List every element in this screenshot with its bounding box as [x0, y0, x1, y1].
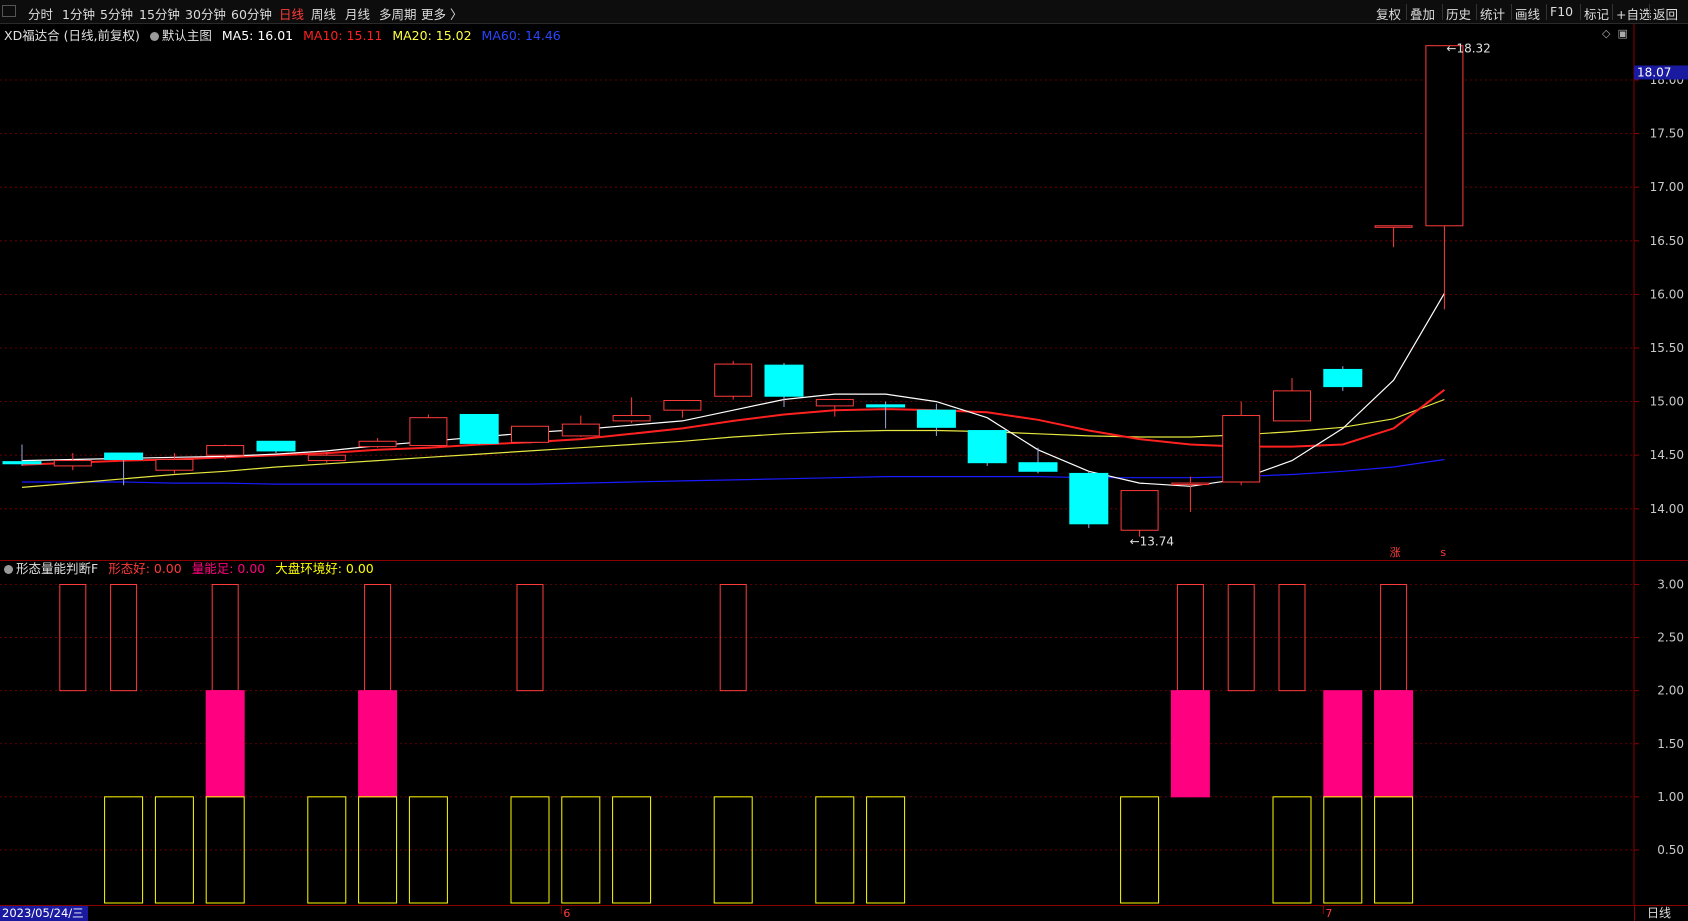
candle-body-up	[1273, 390, 1311, 422]
candle-body-down	[1018, 462, 1058, 472]
indicator-bar-0	[1380, 584, 1408, 692]
candle-body-down	[459, 413, 499, 444]
candle-body-up	[206, 445, 245, 456]
price-tick-label: 17.00	[1650, 180, 1684, 194]
current-price-label: 18.07	[1637, 65, 1671, 79]
indicator-bar-1	[205, 690, 245, 798]
indicator-bar-0	[110, 584, 138, 692]
candle-body-up	[409, 417, 448, 447]
candle-body-up	[815, 398, 854, 407]
indicator-tick-label: 0.50	[1657, 843, 1684, 857]
price-tick-label: 14.50	[1650, 448, 1684, 462]
candle-body-up	[307, 454, 346, 462]
price-tick-label: 14.00	[1650, 502, 1684, 516]
price-tick-label: 16.50	[1650, 234, 1684, 248]
candle-body-up	[561, 423, 600, 437]
kline-chart[interactable]: 14.00 14.50 15.00 15.50 16.00 16.50 17.00 17.50…	[0, 0, 1688, 921]
candle-body-down	[256, 440, 296, 452]
candle-body-down	[916, 409, 956, 428]
candle-body-up	[714, 363, 753, 397]
low-price-label: ←13.74	[1130, 535, 1174, 549]
indicator-tick-label: 1.00	[1657, 790, 1684, 804]
price-tick-label: 16.00	[1650, 287, 1684, 301]
price-tick-label: 15.50	[1650, 341, 1684, 355]
month-label: 6	[563, 907, 570, 920]
candle-body-up	[1120, 490, 1159, 531]
candle-body-down	[104, 452, 144, 460]
candle-body-down	[1069, 472, 1109, 525]
indicator-tick-label: 1.50	[1657, 737, 1684, 751]
candle-body-down	[967, 430, 1007, 464]
month-label: 7	[1325, 907, 1332, 920]
high-price-label: ←18.32	[1446, 42, 1490, 56]
period-indicator: 日线	[1634, 906, 1688, 921]
indicator-bar-0	[719, 584, 747, 692]
candle-body-down	[1323, 368, 1363, 388]
candle-body-up	[53, 460, 92, 467]
mark-zhang: 涨	[1390, 546, 1401, 559]
indicator-tick-label: 2.00	[1657, 684, 1684, 698]
indicator-tick-label: 2.50	[1657, 631, 1684, 645]
candle-body-up	[1222, 415, 1261, 483]
candle-body-down	[866, 404, 906, 408]
cursor-date: 2023/05/24/三	[0, 906, 88, 921]
candle-body-up	[155, 458, 194, 471]
indicator-bar-1	[1323, 690, 1363, 798]
indicator-bar-1	[1170, 690, 1210, 798]
indicator-bar-1	[358, 690, 398, 798]
candle-body-up	[358, 440, 397, 448]
candle-body-down	[764, 364, 804, 397]
candle-body-up	[1171, 482, 1210, 486]
candle-body-up	[511, 425, 549, 443]
candle-body-up	[663, 400, 702, 411]
candle-body-up	[1425, 45, 1464, 227]
price-tick-label: 15.00	[1650, 395, 1684, 409]
candle-body-down	[2, 461, 42, 465]
indicator-bar-1	[1374, 690, 1414, 798]
price-tick-label: 17.50	[1650, 127, 1684, 141]
candle-body-up	[1374, 225, 1413, 228]
mark-s: s	[1440, 546, 1446, 559]
indicator-tick-label: 3.00	[1657, 578, 1684, 592]
candle-body-up	[612, 415, 651, 422]
